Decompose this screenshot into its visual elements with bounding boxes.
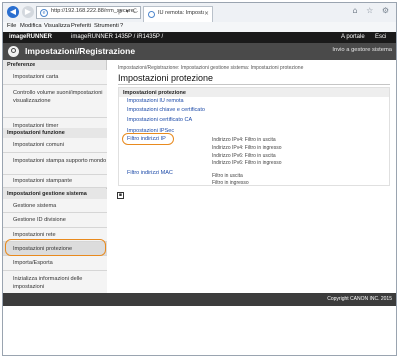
app-title: Impostazioni/Registrazione — [25, 46, 136, 56]
link-ca-certificate-settings[interactable]: Impostazioni certificato CA — [127, 117, 192, 123]
browser-toolbar-icons[interactable]: ⌂ ☆ ⚙ — [352, 6, 392, 15]
url-tools-icons[interactable]: ρ ▾ C — [118, 8, 138, 15]
mac-filter-note: Filtro in ingresso — [212, 180, 249, 186]
menu-favorites[interactable]: Preferiti — [71, 23, 91, 29]
ip-filter-note: Indirizzo IPv4: Filtro in ingresso — [212, 145, 282, 151]
mac-filter-note: Filtro in uscita — [212, 173, 243, 179]
back-icon[interactable]: ◀ — [7, 6, 19, 18]
sidebar-item-initialize-settings[interactable]: Inizializza informazioni delle impostazi… — [3, 271, 107, 294]
browser-window: ◀ ▶ e http://192.168.222.88/rrm_secure..… — [2, 2, 397, 356]
print-icon[interactable]: ▪ — [117, 192, 124, 199]
device-model: imageRUNNER 1435P / iR1435P / — [71, 34, 164, 40]
sidebar-section-function: Impostazioni funzione — [3, 128, 107, 138]
product-name: imageRUNNER — [9, 34, 53, 40]
browser-tab[interactable]: IU remota: Impostazioni pr... × — [143, 6, 213, 22]
menu-bar: File Modifica Visualizza Preferiti Strum… — [3, 22, 396, 32]
page-icon: e — [40, 9, 48, 17]
link-remote-ui-settings[interactable]: Impostazioni IU remota — [127, 98, 184, 104]
menu-tools[interactable]: Strumenti — [94, 23, 119, 29]
highlight-ring-ip-filter — [122, 133, 174, 145]
sidebar: Preferenze Impostazioni carta Controllo … — [3, 60, 107, 294]
sidebar-item-system-management[interactable]: Gestione sistema — [3, 199, 107, 213]
address-bar: ◀ ▶ e http://192.168.222.88/rrm_secure..… — [3, 3, 396, 22]
page-title: Impostazioni protezione — [118, 73, 214, 83]
tab-close-icon[interactable]: × — [204, 10, 209, 17]
sidebar-item-volume-display[interactable]: Controllo volume suoni/impostazioni visu… — [3, 85, 107, 118]
portal-link[interactable]: A portale — [341, 34, 365, 40]
sidebar-item-common[interactable]: Impostazioni comuni — [3, 138, 107, 153]
link-mac-address-filter[interactable]: Filtro indirizzi MAC — [127, 170, 173, 176]
footer: Copyright CANON INC. 2015 — [3, 293, 396, 306]
sidebar-item-department-id[interactable]: Gestione ID divisione — [3, 213, 107, 228]
app-header: Impostazioni/Registrazione Invio a gesto… — [3, 43, 396, 60]
menu-file[interactable]: File — [7, 23, 16, 29]
copyright: Copyright CANON INC. 2015 — [327, 296, 392, 302]
sidebar-item-paper-settings[interactable]: Impostazioni carta — [3, 70, 107, 85]
ip-filter-note: Indirizzo IPv6: Filtro in ingresso — [212, 160, 282, 166]
sidebar-section-system-management: Impostazioni gestione sistema — [3, 189, 107, 199]
url-field[interactable]: e http://192.168.222.88/rrm_secure... ρ … — [36, 6, 141, 19]
forward-icon[interactable]: ▶ — [22, 6, 34, 18]
section-heading: Impostazioni protezione — [119, 88, 389, 97]
ip-filter-note: Indirizzo IPv4: Filtro in uscita — [212, 137, 276, 143]
tab-title: IU remota: Impostazioni pr... — [158, 10, 204, 16]
title-divider — [118, 84, 390, 85]
ip-filter-note: Indirizzo IPv6: Filtro in uscita — [212, 153, 276, 159]
menu-help[interactable]: ? — [120, 23, 123, 29]
menu-view[interactable]: Visualizza — [44, 23, 70, 29]
sidebar-item-printer[interactable]: Impostazioni stampante — [3, 175, 107, 188]
menu-edit[interactable]: Modifica — [20, 23, 42, 29]
sidebar-item-import-export[interactable]: Importa/Esporta — [3, 256, 107, 271]
system-manager-link[interactable]: Invio a gestore sistema — [332, 47, 392, 53]
highlight-ring-security — [5, 239, 106, 256]
device-bar: imageRUNNER imageRUNNER 1435P / iR1435P … — [3, 32, 396, 43]
breadcrumb: Impostazioni/Registrazione: Impostazioni… — [118, 65, 304, 71]
sidebar-section-preferences: Preferenze — [7, 62, 36, 68]
settings-home-icon[interactable] — [8, 46, 19, 57]
tab-favicon-icon — [148, 11, 155, 18]
logout-link[interactable]: Esci — [375, 34, 386, 40]
main-content: Impostazioni/Registrazione: Impostazioni… — [108, 60, 396, 294]
link-key-certificate-settings[interactable]: Impostazioni chiave e certificato — [127, 107, 205, 113]
sidebar-item-print-media[interactable]: Impostazioni stampa supporto mondo — [3, 153, 107, 175]
